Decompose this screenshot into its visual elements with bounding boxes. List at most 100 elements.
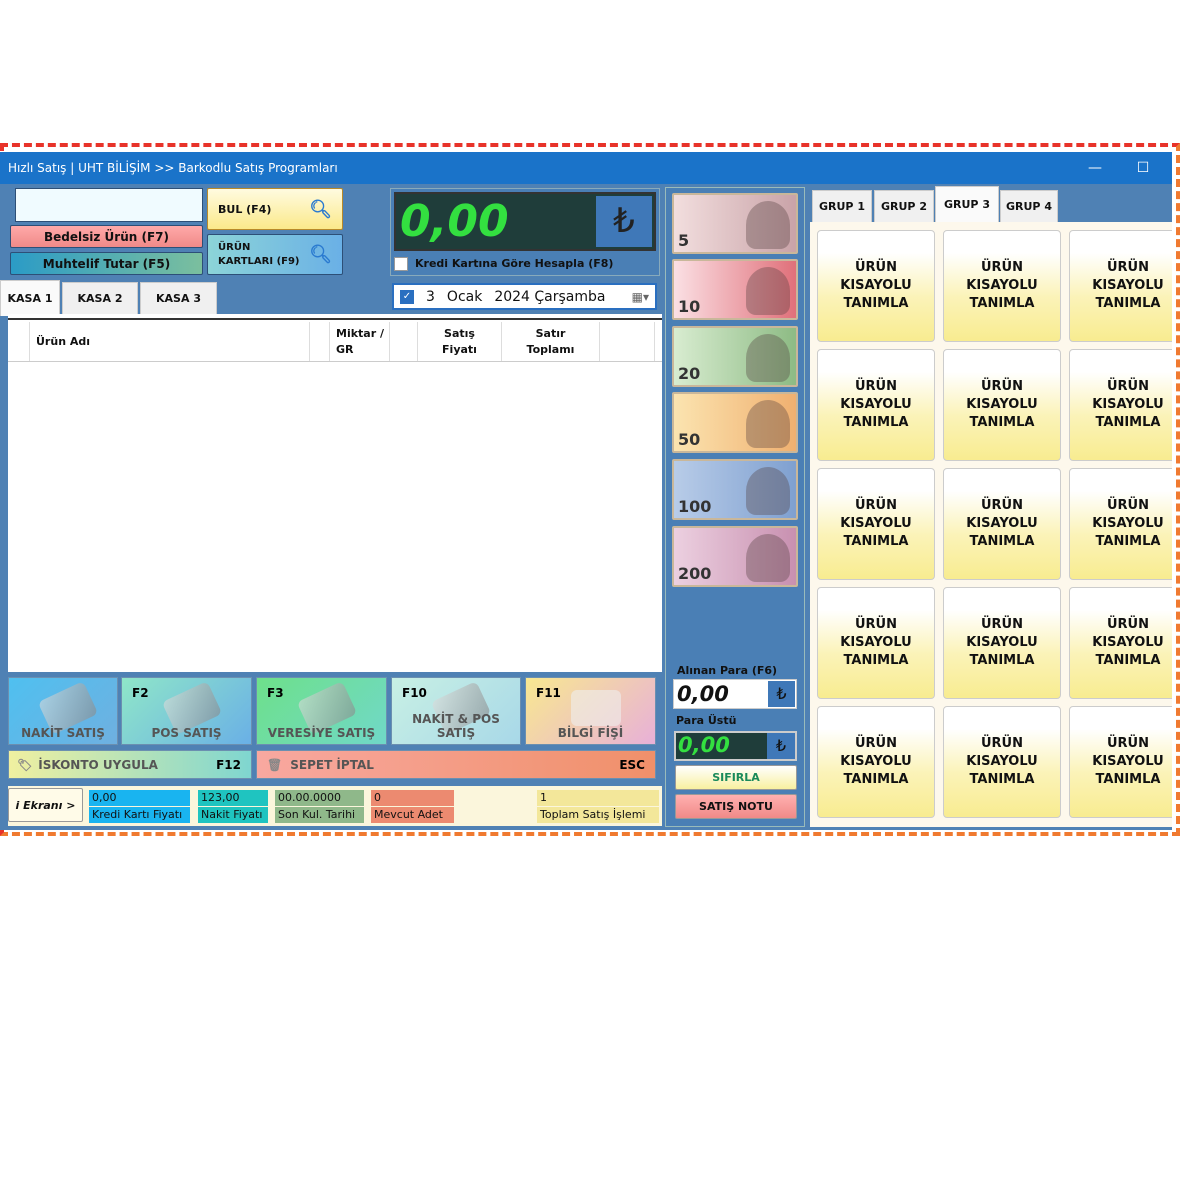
product-cards-label: ÜRÜN KARTLARI (F9) (218, 241, 300, 267)
tab-group-1[interactable]: GRUP 1 (812, 190, 872, 222)
minimize-button[interactable]: — (1075, 152, 1115, 184)
shortcut-button[interactable]: ÜRÜN KISAYOLU TANIMLA (943, 587, 1061, 699)
col-line-total[interactable]: Satır Toplamı (502, 322, 600, 361)
received-input[interactable]: 0,00 ₺ (673, 679, 797, 709)
banknote-100[interactable]: 100 (672, 459, 798, 520)
shortcut-button[interactable]: ÜRÜN KISAYOLU TANIMLA (1069, 706, 1172, 818)
total-sales-value: 1 (537, 790, 659, 806)
shortcut-button[interactable]: ÜRÜN KISAYOLU TANIMLA (1069, 468, 1172, 580)
shortcut-button[interactable]: ÜRÜN KISAYOLU TANIMLA (817, 706, 935, 818)
change-display: 0,00 ₺ (674, 731, 797, 761)
shortcut-label: ÜRÜN KISAYOLU TANIMLA (966, 379, 1038, 430)
card-price-value: 0,00 (89, 790, 190, 806)
total-display: 0,00 ₺ (394, 192, 656, 251)
tab-kasa-3[interactable]: KASA 3 (140, 282, 217, 314)
pos-sale-button[interactable]: F2 POS SATIŞ (121, 677, 252, 745)
reset-button[interactable]: SIFIRLA (675, 765, 797, 790)
calendar-dropdown-icon[interactable]: ▦▾ (632, 290, 649, 304)
credit-sale-button[interactable]: F3 VERESİYE SATIŞ (256, 677, 387, 745)
stock-label: Mevcut Adet (371, 807, 454, 823)
shortcut-grid: ÜRÜN KISAYOLU TANIMLA ÜRÜN KISAYOLU TANIMLA ÜR… (810, 222, 1172, 827)
tab-kasa-1[interactable]: KASA 1 (0, 280, 60, 316)
tab-group-3[interactable]: GRUP 3 (935, 186, 999, 222)
find-button[interactable]: BUL (F4) 🔍︎ (207, 188, 343, 230)
cash-price-label: Nakit Fiyatı (198, 807, 268, 823)
lira-icon: ₺ (768, 681, 795, 707)
date-month[interactable]: Ocak (447, 289, 482, 305)
shortcut-button[interactable]: ÜRÜN KISAYOLU TANIMLA (817, 468, 935, 580)
shortcut-button[interactable]: ÜRÜN KISAYOLU TANIMLA (943, 706, 1061, 818)
info-receipt-button[interactable]: F11 BİLGİ FİŞİ (525, 677, 656, 745)
shortcut-label: ÜRÜN KISAYOLU TANIMLA (966, 498, 1038, 549)
shortcut-label: ÜRÜN KISAYOLU TANIMLA (1092, 498, 1164, 549)
cash-price-value: 123,00 (198, 790, 268, 806)
shortcut-label: ÜRÜN KISAYOLU TANIMLA (840, 498, 912, 549)
misc-amount-button[interactable]: Muhtelif Tutar (F5) (10, 252, 203, 275)
product-cards-button[interactable]: ÜRÜN KARTLARI (F9) 🔍︎ (207, 234, 343, 275)
find-label: BUL (F4) (218, 202, 272, 216)
stock-value: 0 (371, 790, 454, 806)
tab-kasa-2[interactable]: KASA 2 (62, 282, 138, 314)
shortcut-label: ÜRÜN KISAYOLU TANIMLA (840, 260, 912, 311)
received-label: Alınan Para (F6) (677, 664, 778, 677)
shortcut-button[interactable]: ÜRÜN KISAYOLU TANIMLA (1069, 230, 1172, 342)
tab-group-2[interactable]: GRUP 2 (874, 190, 934, 222)
expiry-date-label: Son Kul. Tarihi (275, 807, 364, 823)
screen-button[interactable]: i Ekranı > (8, 788, 83, 822)
shortcut-label: ÜRÜN KISAYOLU TANIMLA (1092, 617, 1164, 668)
col-sale-price[interactable]: Satış Fiyatı (418, 322, 502, 361)
banknote-10[interactable]: 10 (672, 259, 798, 320)
shortcut-button[interactable]: ÜRÜN KISAYOLU TANIMLA (943, 230, 1061, 342)
window-title: Hızlı Satış | UHT BİLİŞİM >> Barkodlu Sa… (0, 152, 1172, 184)
col-blank (310, 322, 330, 361)
shortcut-button[interactable]: ÜRÜN KISAYOLU TANIMLA (1069, 587, 1172, 699)
cancel-basket-button[interactable]: 🗑︎ SEPET İPTAL ESC (256, 750, 656, 779)
cash-sale-button[interactable]: NAKİT SATIŞ (8, 677, 118, 745)
banknote-200[interactable]: 200 (672, 526, 798, 587)
shortcut-label: ÜRÜN KISAYOLU TANIMLA (1092, 379, 1164, 430)
lira-icon: ₺ (767, 733, 795, 759)
magnifier-icon: 🔍︎ (309, 198, 332, 220)
date-day[interactable]: 3 (426, 289, 435, 305)
col-product-name[interactable]: Ürün Adı (30, 322, 310, 361)
trash-icon: 🗑︎ (267, 757, 283, 772)
shortcut-button[interactable]: ÜRÜN KISAYOLU TANIMLA (817, 587, 935, 699)
card-price-label: Kredi Kartı Fiyatı (89, 807, 190, 823)
banknote-20[interactable]: 20 (672, 326, 798, 387)
shortcut-button[interactable]: ÜRÜN KISAYOLU TANIMLA (1069, 349, 1172, 461)
col-blank (390, 322, 418, 361)
total-sales-label: Toplam Satış İşlemi (537, 807, 659, 823)
expiry-date-value: 00.00.0000 (275, 790, 364, 806)
shortcut-button[interactable]: ÜRÜN KISAYOLU TANIMLA (943, 349, 1061, 461)
shortcut-button[interactable]: ÜRÜN KISAYOLU TANIMLA (817, 230, 935, 342)
col-blank (8, 322, 30, 361)
shortcut-label: ÜRÜN KISAYOLU TANIMLA (966, 736, 1038, 787)
cash-pos-sale-button[interactable]: F10 NAKİT & POS SATIŞ (391, 677, 521, 745)
shortcut-label: ÜRÜN KISAYOLU TANIMLA (840, 736, 912, 787)
discount-button[interactable]: 🏷︎ İSKONTO UYGULA F12 (8, 750, 252, 779)
free-item-button[interactable]: Bedelsiz Ürün (F7) (10, 225, 203, 248)
sale-note-button[interactable]: SATIŞ NOTU (675, 794, 797, 819)
banknote-5[interactable]: 5 (672, 193, 798, 254)
shortcut-button[interactable]: ÜRÜN KISAYOLU TANIMLA (943, 468, 1061, 580)
tag-icon: 🏷︎ (17, 757, 33, 772)
credit-card-checkbox[interactable] (394, 257, 408, 271)
col-quantity[interactable]: Miktar / GR (330, 322, 390, 361)
date-checkbox[interactable]: ✓ (400, 289, 414, 304)
change-label: Para Üstü (676, 714, 737, 727)
shortcut-label: ÜRÜN KISAYOLU TANIMLA (1092, 260, 1164, 311)
maximize-button[interactable]: ☐ (1123, 152, 1163, 184)
shortcut-label: ÜRÜN KISAYOLU TANIMLA (1092, 736, 1164, 787)
banknote-50[interactable]: 50 (672, 392, 798, 453)
col-blank (600, 322, 655, 361)
magnifier-icon: 🔍︎ (309, 243, 332, 265)
shortcut-label: ÜRÜN KISAYOLU TANIMLA (966, 260, 1038, 311)
shortcut-button[interactable]: ÜRÜN KISAYOLU TANIMLA (817, 349, 935, 461)
barcode-input[interactable] (15, 188, 203, 222)
sales-table: Ürün Adı Miktar / GR Satış Fiyatı Satır … (8, 314, 662, 672)
date-year-weekday[interactable]: 2024 Çarşamba (494, 289, 605, 305)
lira-icon: ₺ (596, 196, 652, 247)
date-picker[interactable]: ✓ 3 Ocak 2024 Çarşamba ▦▾ (392, 283, 657, 310)
tab-group-4[interactable]: GRUP 4 (1000, 190, 1058, 222)
total-value: 0,00 (400, 196, 509, 247)
